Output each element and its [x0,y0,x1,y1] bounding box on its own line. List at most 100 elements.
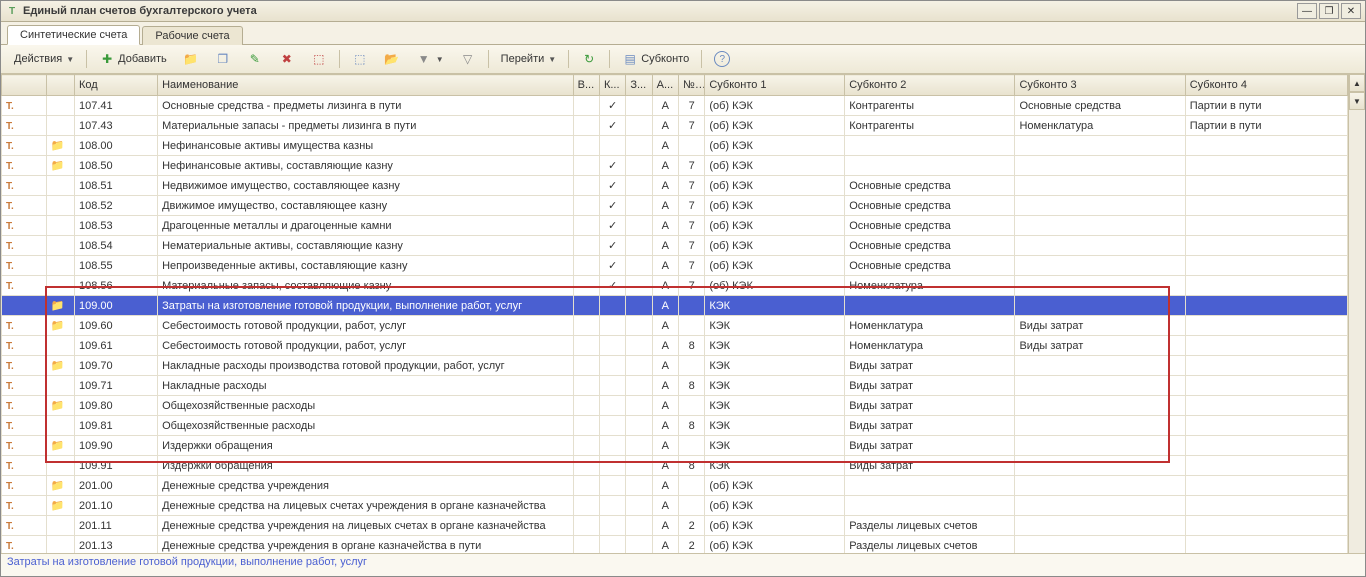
delete-button[interactable]: ✖ [272,48,302,70]
cell[interactable]: 109.90 [74,436,157,456]
cell[interactable]: T. [2,136,47,156]
cell[interactable]: 108.53 [74,216,157,236]
cell[interactable]: T. [2,116,47,136]
table-row[interactable]: T.109.81Общехозяйственные расходыА8КЭКВи… [2,416,1348,436]
cell[interactable]: Денежные средства учреждения на лицевых … [158,516,574,536]
help-button[interactable]: ? [707,48,737,70]
cell[interactable]: 8 [679,336,705,356]
table-row[interactable]: T.108.55Непроизведенные активы, составля… [2,256,1348,276]
cell[interactable]: T. [2,336,47,356]
cell[interactable] [626,196,652,216]
table-row[interactable]: T.108.54Нематериальные активы, составляю… [2,236,1348,256]
cell[interactable]: А [652,156,678,176]
cell[interactable]: Виды затрат [845,396,1015,416]
cell[interactable] [626,296,652,316]
table-row[interactable]: T.108.56Материальные запасы, составляющи… [2,276,1348,296]
cell[interactable] [679,296,705,316]
table-row[interactable]: T.201.13Денежные средства учреждения в о… [2,536,1348,554]
cell[interactable]: 108.00 [74,136,157,156]
actions-menu[interactable]: Действия▼ [7,48,81,70]
cell[interactable] [46,536,74,554]
cell[interactable] [1015,516,1185,536]
minimize-button[interactable]: — [1297,3,1317,19]
cell[interactable]: (об) КЭК [705,196,845,216]
cell[interactable]: ✓ [599,196,625,216]
mark-button[interactable]: ⬚ [304,48,334,70]
hierarchy-button[interactable]: ⬚ [345,48,375,70]
cell[interactable]: 109.00 [74,296,157,316]
cell[interactable] [573,296,599,316]
cell[interactable] [1185,336,1347,356]
move-button[interactable]: 📂 [377,48,407,70]
cell[interactable]: (об) КЭК [705,256,845,276]
cell[interactable] [573,156,599,176]
cell[interactable] [599,516,625,536]
cell[interactable] [573,236,599,256]
cell[interactable]: Номенклатура [1015,116,1185,136]
cell[interactable]: 7 [679,216,705,236]
cell[interactable] [1015,236,1185,256]
cell[interactable] [1185,256,1347,276]
table-row[interactable]: T.201.11Денежные средства учреждения на … [2,516,1348,536]
table-row[interactable]: T.📁108.50Нефинансовые активы, составляющ… [2,156,1348,176]
cell[interactable]: ✓ [599,236,625,256]
cell[interactable]: T. [2,476,47,496]
cell[interactable] [1185,456,1347,476]
cell[interactable] [573,436,599,456]
cell[interactable] [1015,296,1185,316]
cell[interactable]: T. [2,436,47,456]
cell[interactable] [1185,316,1347,336]
cell[interactable] [573,196,599,216]
cell[interactable]: А [652,276,678,296]
cell[interactable]: Недвижимое имущество, составляющее казну [158,176,574,196]
cell[interactable] [626,436,652,456]
cell[interactable]: Издержки обращения [158,456,574,476]
col-v[interactable]: В... [573,75,599,96]
cell[interactable]: 108.52 [74,196,157,216]
cell[interactable] [1185,376,1347,396]
cell[interactable]: Денежные средства учреждения [158,476,574,496]
cell[interactable]: (об) КЭК [705,116,845,136]
cell[interactable] [573,496,599,516]
cell[interactable] [599,316,625,336]
cell[interactable] [626,176,652,196]
cell[interactable] [679,476,705,496]
col-k[interactable]: К... [599,75,625,96]
col-folder[interactable] [46,75,74,96]
cell[interactable]: ✓ [599,176,625,196]
cell[interactable] [626,476,652,496]
cell[interactable]: 201.13 [74,536,157,554]
cell[interactable] [46,196,74,216]
cell[interactable] [599,476,625,496]
cell[interactable] [46,116,74,136]
cell[interactable]: 108.54 [74,236,157,256]
cell[interactable]: (об) КЭК [705,476,845,496]
cell[interactable]: T. [2,236,47,256]
cell[interactable]: ✓ [599,216,625,236]
cell[interactable]: А [652,356,678,376]
col-s4[interactable]: Субконто 4 [1185,75,1347,96]
cell[interactable]: 108.56 [74,276,157,296]
cell[interactable]: 2 [679,516,705,536]
table-row[interactable]: T.📁109.70Накладные расходы производства … [2,356,1348,376]
cell[interactable] [626,416,652,436]
cell[interactable] [626,356,652,376]
cell[interactable]: Материальные запасы, составляющие казну [158,276,574,296]
scroll-down[interactable]: ▼ [1349,92,1365,110]
table-row[interactable]: T.108.52Движимое имущество, составляющее… [2,196,1348,216]
cell[interactable] [1185,176,1347,196]
cell[interactable]: (об) КЭК [705,276,845,296]
cell[interactable]: 8 [679,416,705,436]
copy-button[interactable]: ❐ [208,48,238,70]
cell[interactable]: А [652,396,678,416]
cell[interactable] [679,496,705,516]
cell[interactable]: 8 [679,456,705,476]
cell[interactable] [46,416,74,436]
cell[interactable] [845,156,1015,176]
cell[interactable]: (об) КЭК [705,536,845,554]
cell[interactable]: 201.00 [74,476,157,496]
subkonto-button[interactable]: ▤Субконто [615,48,696,70]
refresh-button[interactable]: ↻ [574,48,604,70]
cell[interactable] [599,396,625,416]
cell[interactable]: Нефинансовые активы имущества казны [158,136,574,156]
